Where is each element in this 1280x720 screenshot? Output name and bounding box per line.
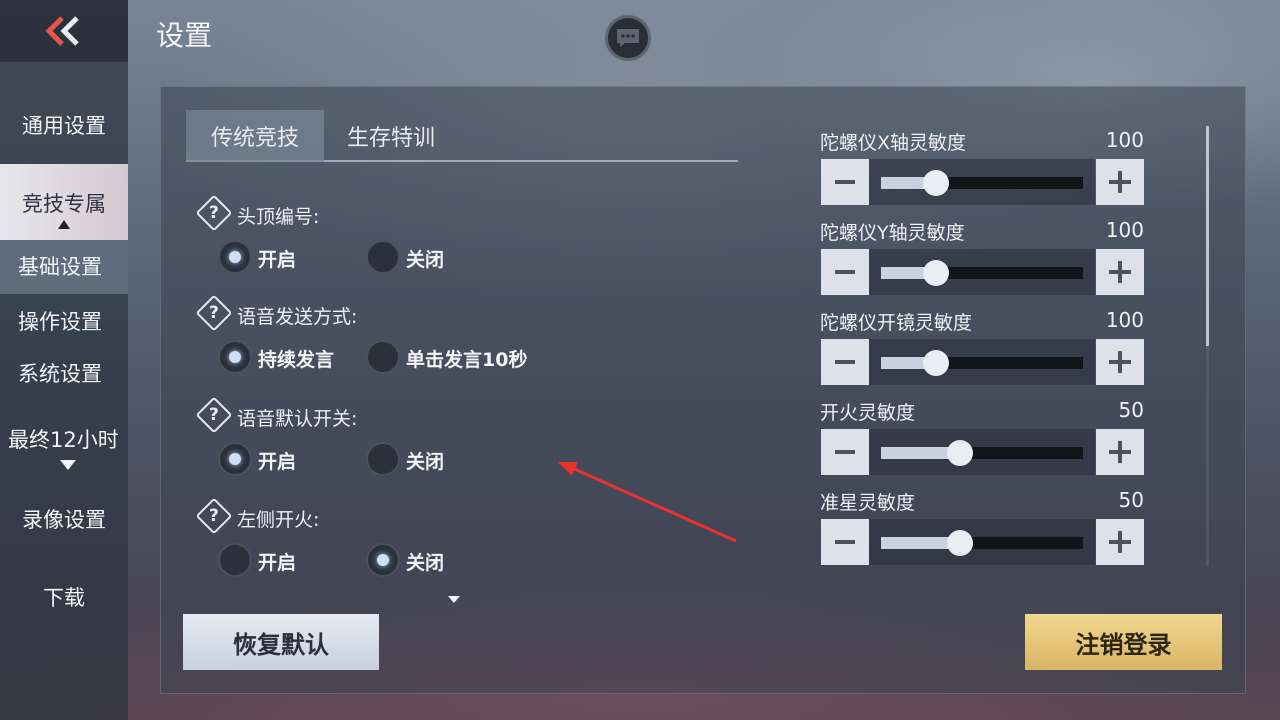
scroll-down-icon (448, 596, 460, 603)
plus-button[interactable] (1096, 159, 1144, 205)
minus-button[interactable] (821, 339, 869, 385)
collapse-triangle-icon (58, 220, 70, 229)
radio-label: 关闭 (406, 249, 445, 271)
slider-label: 开火灵敏度 (820, 402, 916, 424)
sidebar-item-system[interactable]: 系统设置 (0, 358, 128, 388)
slider-label: 陀螺仪X轴灵敏度 (820, 132, 967, 154)
minus-icon (835, 360, 855, 364)
slider-value: 50 (1118, 398, 1144, 422)
sidebar-item-replay[interactable]: 录像设置 (0, 504, 128, 534)
slider-bar (881, 440, 1083, 466)
slider-label: 陀螺仪Y轴灵敏度 (820, 222, 965, 244)
slider-knob[interactable] (946, 440, 973, 466)
radio-button[interactable] (366, 442, 400, 476)
radio-label: 单击发言10秒 (406, 349, 528, 371)
minus-icon (835, 540, 855, 544)
plus-icon (1109, 171, 1131, 193)
slider-knob[interactable] (922, 170, 949, 196)
slider-value: 50 (1118, 488, 1144, 512)
tab-training[interactable]: 生存特训 (326, 110, 456, 162)
page-title: 设置 (156, 19, 213, 52)
minus-icon (835, 270, 855, 274)
option-label: 语音默认开关: (237, 408, 358, 430)
radio-button[interactable] (218, 340, 252, 374)
option-label: 头顶编号: (237, 206, 320, 228)
radio-label: 开启 (258, 451, 297, 473)
radio-button[interactable] (366, 340, 400, 374)
slider-knob[interactable] (922, 350, 949, 376)
radio-label: 关闭 (406, 451, 445, 473)
radio-button[interactable] (366, 543, 400, 577)
slider-value: 100 (1105, 218, 1144, 242)
plus-icon (1109, 531, 1131, 553)
scrollbar-thumb[interactable] (1206, 126, 1209, 346)
sidebar-item-basic[interactable]: 基础设置 (0, 240, 128, 294)
radio-button[interactable] (218, 543, 252, 577)
slider-bar (881, 260, 1083, 286)
plus-button[interactable] (1096, 519, 1144, 565)
slider-track[interactable] (869, 519, 1095, 565)
minus-button[interactable] (821, 519, 869, 565)
radio-button[interactable] (366, 240, 400, 274)
plus-icon (1109, 351, 1131, 373)
minus-button[interactable] (821, 249, 869, 295)
slider-value: 100 (1105, 308, 1144, 332)
expand-triangle-icon (60, 460, 76, 470)
slider-bar (881, 170, 1083, 196)
slider-track[interactable] (869, 249, 1095, 295)
slider-knob[interactable] (946, 530, 973, 556)
reset-default-button[interactable]: 恢复默认 (183, 614, 379, 670)
option-label: 左侧开火: (237, 509, 320, 531)
annotation-arrow (558, 462, 737, 543)
sidebar-item-controls[interactable]: 操作设置 (0, 306, 128, 336)
slider-track[interactable] (869, 339, 1095, 385)
minus-button[interactable] (821, 159, 869, 205)
minus-icon (835, 450, 855, 454)
radio-label: 持续发言 (258, 349, 335, 371)
slider-value: 100 (1105, 128, 1144, 152)
mode-tabs: 传统竞技 生存特训 (186, 110, 738, 162)
slider-track[interactable] (869, 429, 1095, 475)
minus-button[interactable] (821, 429, 869, 475)
sidebar-item-label: 最终12小时 (8, 428, 119, 452)
logout-button[interactable]: 注销登录 (1025, 614, 1222, 670)
radio-label: 关闭 (406, 552, 445, 574)
slider-label: 陀螺仪开镜灵敏度 (820, 312, 973, 334)
option-label: 语音发送方式: (237, 306, 358, 328)
slider-bar (881, 530, 1083, 556)
minus-icon (835, 180, 855, 184)
plus-button[interactable] (1096, 339, 1144, 385)
sidebar-item-competitive[interactable]: 竞技专属 (0, 164, 128, 240)
sidebar-item-general[interactable]: 通用设置 (0, 110, 128, 140)
radio-button[interactable] (218, 442, 252, 476)
radio-button[interactable] (218, 240, 252, 274)
chat-bubble-icon[interactable] (605, 15, 651, 61)
slider-knob[interactable] (922, 260, 949, 286)
plus-button[interactable] (1096, 249, 1144, 295)
slider-track[interactable] (869, 159, 1095, 205)
tab-classic[interactable]: 传统竞技 (186, 110, 324, 162)
sidebar-item-download[interactable]: 下载 (0, 582, 128, 612)
double-chevron-left-icon (45, 16, 79, 46)
scrollbar-track (1206, 346, 1209, 566)
plus-icon (1109, 441, 1131, 463)
back-button[interactable] (0, 0, 128, 62)
slider-label: 准星灵敏度 (820, 492, 916, 514)
plus-icon (1109, 261, 1131, 283)
plus-button[interactable] (1096, 429, 1144, 475)
radio-label: 开启 (258, 552, 297, 574)
sidebar-item-final-12h[interactable]: 最终12小时 (0, 424, 128, 470)
slider-bar (881, 350, 1083, 376)
sidebar-item-label: 竞技专属 (22, 192, 106, 216)
radio-label: 开启 (258, 249, 297, 271)
